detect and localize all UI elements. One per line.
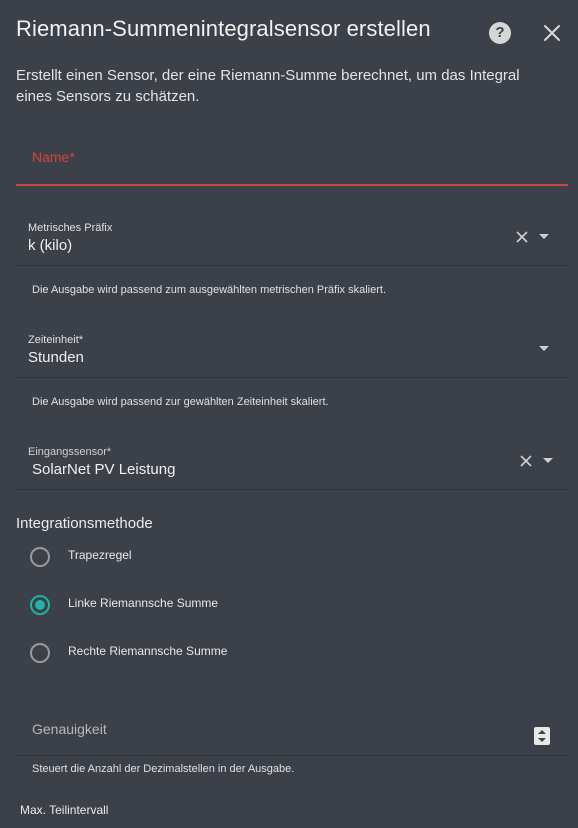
chevron-down-icon[interactable]	[539, 346, 549, 351]
spinner-up-icon[interactable]	[538, 730, 546, 734]
radio-label: Rechte Riemannsche Summe	[68, 644, 228, 658]
dialog-title: Riemann-Summenintegralsensor erstellen	[16, 16, 431, 41]
input-sensor-label: Eingangssensor*	[28, 446, 112, 458]
input-sensor-value: SolarNet PV Leistung	[32, 461, 176, 478]
name-label: Name*	[32, 149, 75, 165]
chevron-down-icon[interactable]	[539, 234, 549, 239]
radio-button[interactable]	[30, 547, 50, 567]
metric-prefix-value: k (kilo)	[28, 237, 73, 254]
clear-icon[interactable]	[515, 230, 529, 244]
number-spinner-icon[interactable]	[534, 727, 550, 745]
integration-method-title: Integrationsmethode	[16, 515, 153, 532]
radio-button[interactable]	[30, 643, 50, 663]
time-unit-label: Zeiteinheit*	[28, 334, 84, 346]
input-sensor-select[interactable]: Eingangssensor* SolarNet PV Leistung	[16, 432, 568, 490]
metric-prefix-label: Metrisches Präfix	[28, 222, 113, 234]
dialog-description: Erstellt einen Sensor, der eine Riemann-…	[16, 67, 520, 105]
clear-icon[interactable]	[519, 454, 533, 468]
max-sub-interval-label: Max. Teilintervall	[20, 803, 109, 817]
create-riemann-sensor-dialog: Riemann-Summenintegralsensor erstellen ?…	[0, 0, 578, 828]
precision-placeholder: Genauigkeit	[32, 721, 107, 737]
radio-label: Trapezregel	[68, 548, 132, 562]
close-icon[interactable]	[541, 22, 563, 44]
radio-button-checked[interactable]	[30, 595, 50, 615]
name-field[interactable]: Name*	[16, 138, 568, 186]
radio-label: Linke Riemannsche Summe	[68, 596, 219, 610]
chevron-down-icon[interactable]	[543, 458, 553, 463]
metric-prefix-helper: Die Ausgabe wird passend zum ausgewählte…	[32, 284, 387, 296]
spinner-down-icon[interactable]	[538, 738, 546, 742]
precision-helper: Steuert die Anzahl der Dezimalstellen in…	[32, 763, 295, 775]
time-unit-select[interactable]: Zeiteinheit* Stunden	[16, 320, 568, 378]
precision-input[interactable]: Genauigkeit	[16, 700, 568, 756]
help-icon[interactable]: ?	[489, 22, 511, 44]
time-unit-value: Stunden	[28, 349, 84, 366]
time-unit-helper: Die Ausgabe wird passend zur gewählten Z…	[32, 396, 329, 408]
metric-prefix-select[interactable]: Metrisches Präfix k (kilo)	[16, 208, 568, 266]
